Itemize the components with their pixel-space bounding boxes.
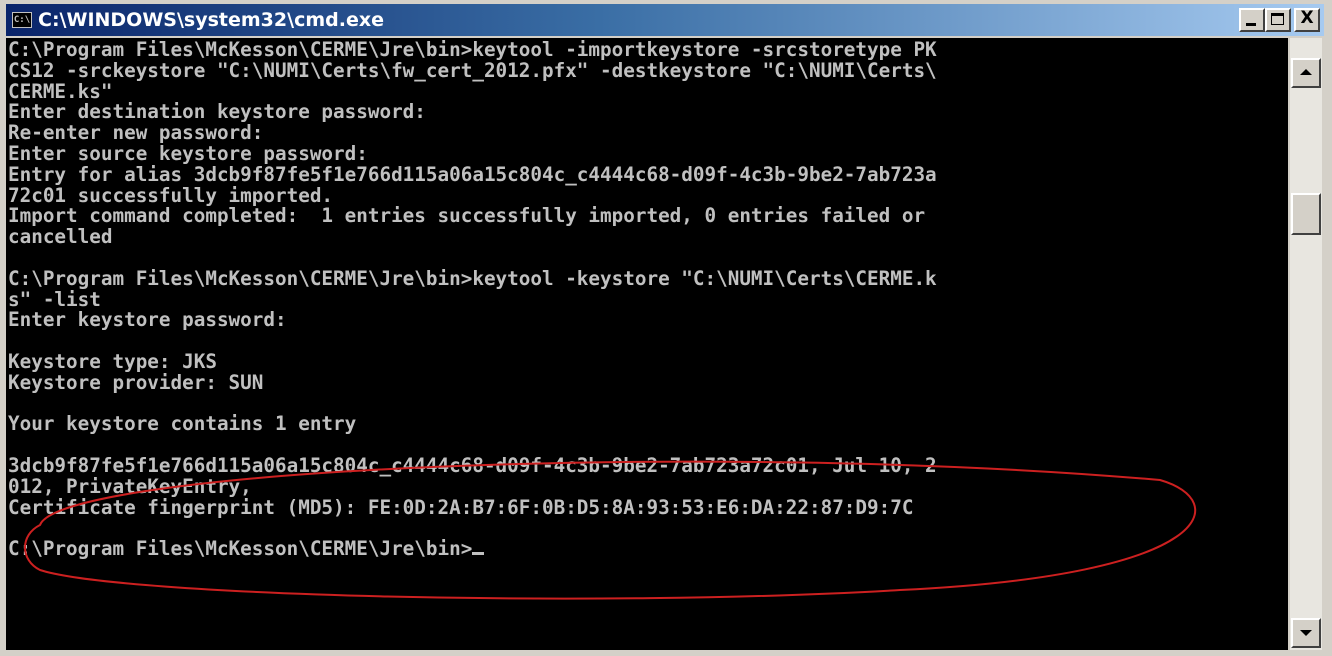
cmd-icon[interactable]: C:\ xyxy=(12,12,32,28)
console-line: Entry for alias 3dcb9f87fe5f1e766d115a06… xyxy=(8,162,937,186)
console-line: CERME.ks" xyxy=(8,79,113,103)
arrow-down-icon xyxy=(1300,630,1312,636)
close-button[interactable]: X xyxy=(1294,8,1320,32)
console-line: 72c01 successfully imported. xyxy=(8,183,334,207)
minimize-button[interactable] xyxy=(1239,8,1265,32)
minimize-icon xyxy=(1246,23,1256,26)
console-output[interactable]: C:\Program Files\McKesson\CERME\Jre\bin>… xyxy=(6,38,1288,650)
console-line: Enter source keystore password: xyxy=(8,141,368,165)
scroll-up-button[interactable] xyxy=(1291,58,1321,88)
console-line: Keystore provider: SUN xyxy=(8,370,264,394)
window-controls: X xyxy=(1239,8,1320,32)
arrow-up-icon xyxy=(1300,69,1312,75)
console-line: Certificate fingerprint (MD5): FE:0D:2A:… xyxy=(8,495,914,519)
cmd-window: C:\ C:\WINDOWS\system32\cmd.exe X C:\Pro… xyxy=(0,0,1332,656)
scroll-down-button[interactable] xyxy=(1291,618,1321,648)
title-bar[interactable]: C:\ C:\WINDOWS\system32\cmd.exe X xyxy=(6,4,1324,36)
console-line: cancelled xyxy=(8,225,113,249)
console-line: 3dcb9f87fe5f1e766d115a06a15c804c_c4444c6… xyxy=(8,453,937,477)
console-line: CS12 -srckeystore "C:\NUMI\Certs\fw_cert… xyxy=(8,58,937,82)
maximize-icon xyxy=(1271,13,1284,25)
console-text: C:\Program Files\McKesson\CERME\Jre\bin>… xyxy=(6,38,1288,560)
console-line: Import command completed: 1 entries succ… xyxy=(8,204,926,228)
vertical-scrollbar[interactable] xyxy=(1290,38,1322,650)
window-title: C:\WINDOWS\system32\cmd.exe xyxy=(38,9,384,31)
scrollbar-thumb[interactable] xyxy=(1291,193,1321,235)
console-line: C:\Program Files\McKesson\CERME\Jre\bin> xyxy=(8,537,473,561)
maximize-button[interactable] xyxy=(1265,8,1291,32)
console-line: C:\Program Files\McKesson\CERME\Jre\bin>… xyxy=(8,266,937,290)
console-line: C:\Program Files\McKesson\CERME\Jre\bin>… xyxy=(8,38,937,61)
console-line: s" -list xyxy=(8,287,101,311)
console-line: Enter destination keystore password: xyxy=(8,100,426,124)
console-line: 012, PrivateKeyEntry, xyxy=(8,474,252,498)
console-line: Re-enter new password: xyxy=(8,121,264,145)
text-cursor xyxy=(472,552,485,556)
close-icon: X xyxy=(1300,8,1314,28)
console-line: Enter keystore password: xyxy=(8,308,287,332)
console-line: Keystore type: JKS xyxy=(8,349,217,373)
console-line: Your keystore contains 1 entry xyxy=(8,412,357,436)
